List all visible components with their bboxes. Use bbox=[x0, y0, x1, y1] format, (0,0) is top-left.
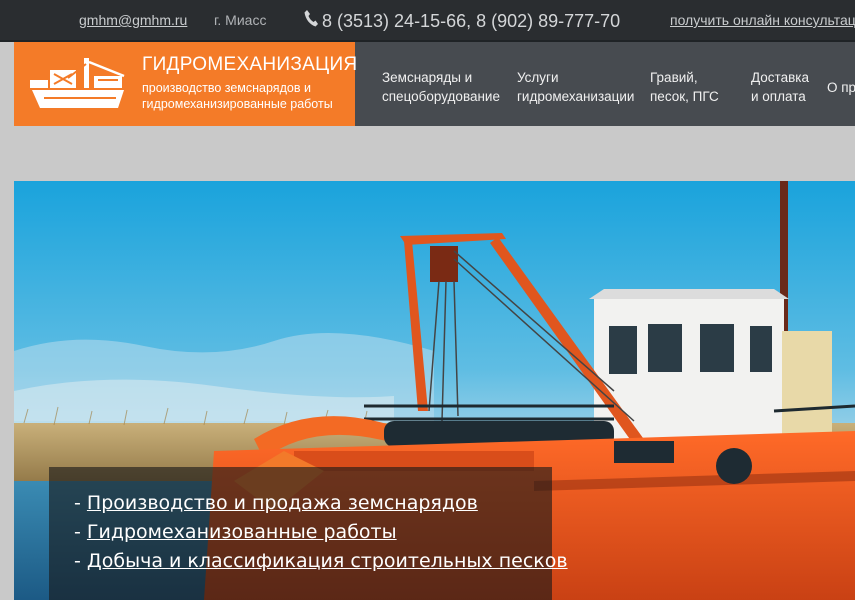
online-consult-link[interactable]: получить онлайн консультац bbox=[670, 12, 855, 28]
phone-icon bbox=[304, 10, 318, 27]
main-nav: Земснаряды и спецоборудование Услуги гид… bbox=[355, 42, 855, 126]
production-link[interactable]: Производство и продажа земснарядов bbox=[87, 492, 478, 514]
logo-block[interactable]: ГИДРОМЕХАНИЗАЦИЯ производство земснарядо… bbox=[14, 42, 358, 126]
phone-numbers: 8 (3513) 24-15-66, 8 (902) 89-777-70 bbox=[302, 9, 620, 32]
nav-item-label: Доставка bbox=[751, 70, 809, 85]
hero-caption: - Производство и продажа земснарядов - Г… bbox=[49, 467, 568, 600]
hero-line-production: - Производство и продажа земснарядов bbox=[74, 492, 478, 514]
nav-item-delivery[interactable]: Доставка и оплата bbox=[751, 68, 809, 106]
hero-banner: - Производство и продажа земснарядов - Г… bbox=[14, 181, 855, 600]
city-label: г. Миасс bbox=[214, 12, 267, 28]
brand-tagline: производство земснарядов и гидромеханизи… bbox=[142, 81, 333, 111]
nav-item-dredgers[interactable]: Земснаряды и спецоборудование bbox=[382, 68, 500, 106]
nav-item-label: Земснаряды и bbox=[382, 70, 473, 85]
nav-item-label: песок, ПГС bbox=[650, 89, 719, 104]
line-prefix: - bbox=[74, 492, 87, 514]
hydromech-works-link[interactable]: Гидромеханизованные работы bbox=[87, 521, 397, 543]
line-prefix: - bbox=[74, 521, 87, 543]
nav-item-label: и оплата bbox=[751, 89, 806, 104]
phones-text: 8 (3513) 24-15-66, 8 (902) 89-777-70 bbox=[322, 11, 621, 31]
nav-item-label: спецоборудование bbox=[382, 89, 500, 104]
dredger-ship-icon bbox=[30, 58, 125, 108]
nav-item-about[interactable]: О пр bbox=[827, 78, 855, 97]
top-bar: gmhm@gmhm.ru г. Миасс 8 (3513) 24-15-66,… bbox=[0, 0, 855, 42]
line-prefix: - bbox=[74, 550, 87, 572]
sand-extraction-link[interactable]: Добыча и классификация строительных песк… bbox=[87, 550, 568, 572]
brand-name: ГИДРОМЕХАНИЗАЦИЯ bbox=[142, 54, 358, 75]
nav-item-label: Услуги bbox=[517, 70, 559, 85]
nav-item-label: гидромеханизации bbox=[517, 89, 635, 104]
email-link[interactable]: gmhm@gmhm.ru bbox=[79, 12, 187, 28]
nav-item-label: Гравий, bbox=[650, 70, 698, 85]
hero-line-sand: - Добыча и классификация строительных пе… bbox=[74, 550, 568, 572]
nav-item-gravel-sand[interactable]: Гравий, песок, ПГС bbox=[650, 68, 719, 106]
nav-item-label: О пр bbox=[827, 80, 855, 95]
hero-line-hydromech: - Гидромеханизованные работы bbox=[74, 521, 397, 543]
site-header: ГИДРОМЕХАНИЗАЦИЯ производство земснарядо… bbox=[14, 42, 855, 126]
nav-item-services[interactable]: Услуги гидромеханизации bbox=[517, 68, 634, 106]
